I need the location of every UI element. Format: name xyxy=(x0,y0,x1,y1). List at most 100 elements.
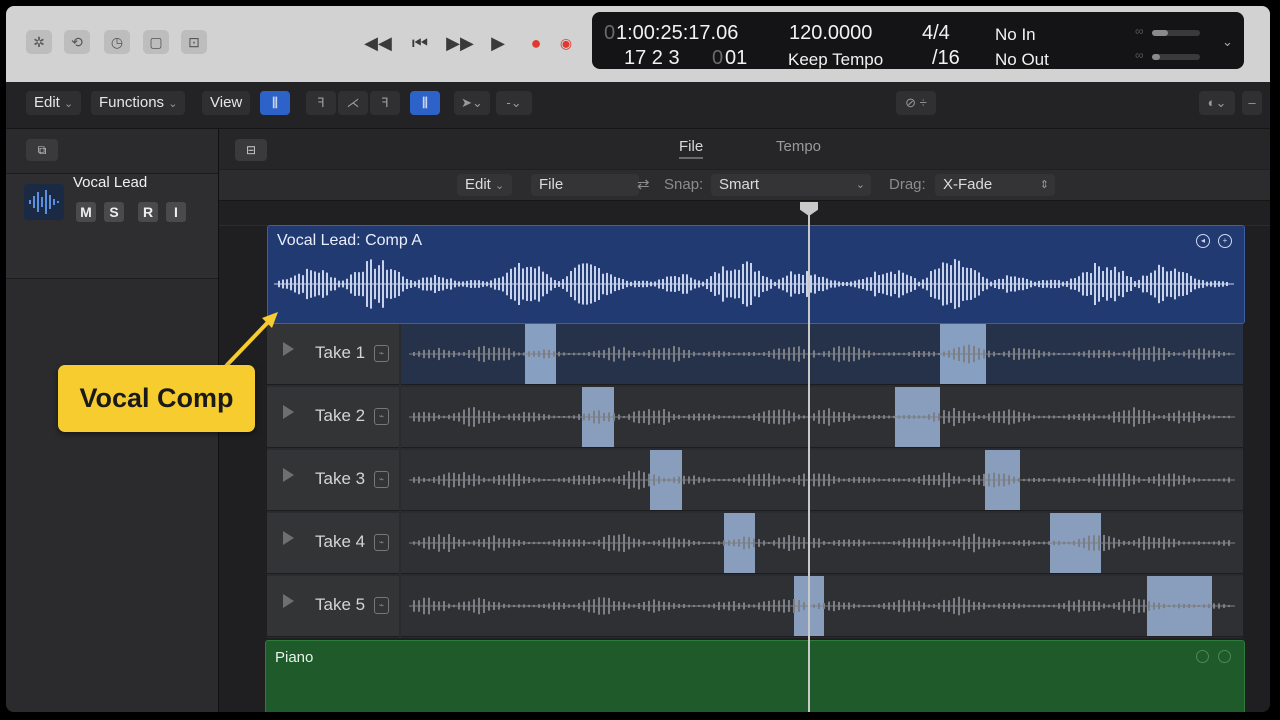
add-take-icon[interactable]: + xyxy=(1218,234,1232,248)
waveform-icon xyxy=(24,184,64,220)
take-label: Take 3 xyxy=(315,469,366,488)
record-enable-button[interactable]: R xyxy=(138,202,158,222)
capture-record-icon[interactable]: ◉ xyxy=(552,32,580,54)
comp-region[interactable]: Vocal Lead: Comp A ◂ + xyxy=(267,225,1245,324)
take-label: Take 1 xyxy=(315,343,366,362)
take-lane-5[interactable] xyxy=(401,576,1243,637)
play-icon[interactable] xyxy=(283,594,294,608)
record-icon[interactable]: ● xyxy=(522,32,550,54)
pointer-tool-icon[interactable]: ➤⌄ xyxy=(454,91,490,115)
link-icon-2: ∞ xyxy=(1135,48,1144,62)
comp-region-title: Vocal Lead: Comp A xyxy=(277,232,422,249)
functions-menu[interactable]: Functions ⌄ xyxy=(91,91,186,115)
snap-label: Snap: xyxy=(664,176,704,193)
take-lane-3[interactable] xyxy=(401,450,1243,511)
catch-content-icon[interactable]: ⫼ xyxy=(260,91,290,115)
flex-pitch-icon[interactable]: ꟻ xyxy=(306,91,336,115)
rewind-icon[interactable]: ◀◀ xyxy=(364,32,392,54)
take-options-icon[interactable]: ⌁ xyxy=(374,345,389,362)
edit-menu-label: Edit xyxy=(34,94,60,111)
snap-icon: ⇄ xyxy=(637,176,650,193)
take-waveform xyxy=(409,596,1235,616)
take-header-4[interactable]: Take 4 ⌁ xyxy=(267,513,399,574)
play-icon[interactable] xyxy=(283,405,294,419)
edit-dropdown[interactable]: Edit ⌄ xyxy=(457,174,513,196)
view-menu[interactable]: View xyxy=(202,91,251,115)
catch-playhead-icon[interactable]: ◐⌄ xyxy=(1199,91,1235,115)
take-waveform xyxy=(409,344,1235,364)
take-lane-1[interactable] xyxy=(401,324,1243,385)
quick-swipe-comp-icon[interactable]: ⫼ xyxy=(410,91,440,115)
lcd-midi-out: No Out xyxy=(995,50,1049,69)
functions-menu-label: Functions xyxy=(99,94,165,111)
lcd-smpte: 1:00:25:17.06 xyxy=(616,22,739,44)
lcd-tempo-mode: Keep Tempo xyxy=(788,50,884,69)
take-options-icon[interactable]: ⌁ xyxy=(374,534,389,551)
play-icon[interactable]: ▶ xyxy=(484,32,512,54)
play-icon[interactable] xyxy=(283,342,294,356)
lcd-tempo: 120.0000 xyxy=(789,22,873,44)
snap-value: Smart xyxy=(719,176,760,193)
lcd-ticks: 01 xyxy=(725,47,748,69)
take-header-3[interactable]: Take 3 ⌁ xyxy=(267,450,399,511)
more-icon[interactable]: – xyxy=(1242,91,1262,115)
flex-tool-icon[interactable]: ⋌ xyxy=(338,91,368,115)
take-header-5[interactable]: Take 5 ⌁ xyxy=(267,576,399,637)
piano-region[interactable]: Piano xyxy=(265,640,1245,712)
snap-dropdown[interactable]: Smart ⌄ xyxy=(711,174,871,196)
take-label: Take 5 xyxy=(315,595,366,614)
drag-dropdown[interactable]: X-Fade ⇕ xyxy=(935,174,1055,196)
lcd-ticks-dim: 0 xyxy=(712,47,724,69)
automation-icon[interactable]: ꟻ xyxy=(370,91,400,115)
take-options-icon[interactable]: ⌁ xyxy=(374,597,389,614)
track-header-vocal-lead[interactable]: Vocal Lead M S R I xyxy=(6,173,218,279)
add-track-icon[interactable]: ⧉ xyxy=(26,139,58,161)
take-lane-4[interactable] xyxy=(401,513,1243,574)
tracks-toolbar: Edit ⌄ Functions ⌄ View ⫼ ꟻ ⋌ ꟻ ⫼ ➤⌄ -⌄ … xyxy=(6,82,1270,129)
view-menu-label: View xyxy=(210,94,243,111)
chevron-down-icon[interactable]: ⌄ xyxy=(1222,34,1233,50)
input-monitor-button[interactable]: I xyxy=(166,202,186,222)
editor-toggle-icon[interactable]: ▢ xyxy=(143,30,169,54)
secondary-tool-icon[interactable]: -⌄ xyxy=(496,91,532,115)
lcd-bars-beats: 17 2 3 xyxy=(624,47,680,69)
window-icon[interactable]: ⊡ xyxy=(181,30,207,54)
take-options-icon[interactable]: ⌁ xyxy=(374,408,389,425)
drag-label: Drag: xyxy=(889,176,926,193)
level-meter-top xyxy=(1152,30,1200,36)
region-options-icon[interactable] xyxy=(1218,650,1231,663)
metronome-settings-icon[interactable]: ◷ xyxy=(104,30,130,54)
vocal-comp-callout: Vocal Comp xyxy=(58,365,255,432)
play-icon[interactable] xyxy=(283,468,294,482)
take-header-1[interactable]: Take 1 ⌁ xyxy=(267,324,399,385)
lcd-display[interactable]: 0 1:00:25:17.06 17 2 3 0 01 120.0000 Kee… xyxy=(592,12,1244,69)
take-waveform xyxy=(409,533,1235,553)
file-dropdown[interactable]: File xyxy=(531,174,639,196)
snap-zoom-icon[interactable]: ⊘ ÷ xyxy=(896,91,936,115)
take-lane-2[interactable] xyxy=(401,387,1243,448)
link-icon: ∞ xyxy=(1135,24,1144,38)
comp-waveform xyxy=(274,259,1234,309)
lcd-smpte-lead: 0 xyxy=(604,22,616,44)
go-to-start-icon[interactable]: ⏮ xyxy=(406,32,434,54)
tab-tempo[interactable]: Tempo xyxy=(776,138,821,155)
library-icon[interactable]: ✲ xyxy=(26,30,52,54)
control-bar: ✲ ⟲ ◷ ▢ ⊡ ◀◀ ⏮ ▶▶ ▶ ● ◉ 0 1:00:25:17.06 … xyxy=(6,6,1270,82)
take-menu-icon[interactable]: ◂ xyxy=(1196,234,1210,248)
tempo-sync-icon[interactable]: ⟲ xyxy=(64,30,90,54)
edit-menu[interactable]: Edit ⌄ xyxy=(26,91,82,115)
edit-row: Edit ⌄ File ⇄ Snap: Smart ⌄ Drag: X-Fade ⇕ xyxy=(219,170,1270,201)
take-header-2[interactable]: Take 2 ⌁ xyxy=(267,387,399,448)
fast-forward-icon[interactable]: ▶▶ xyxy=(446,32,474,54)
drag-value: X-Fade xyxy=(943,176,993,193)
take-options-icon[interactable]: ⌁ xyxy=(374,471,389,488)
inspector-toggle-icon[interactable]: ⊟ xyxy=(235,139,267,161)
play-icon[interactable] xyxy=(283,531,294,545)
mute-button[interactable]: M xyxy=(76,202,96,222)
ruler[interactable] xyxy=(219,201,1270,226)
tab-file[interactable]: File xyxy=(679,138,704,159)
solo-button[interactable]: S xyxy=(104,202,124,222)
track-name: Vocal Lead xyxy=(73,174,148,191)
playhead[interactable] xyxy=(808,207,810,712)
region-loop-icon[interactable] xyxy=(1196,650,1209,663)
